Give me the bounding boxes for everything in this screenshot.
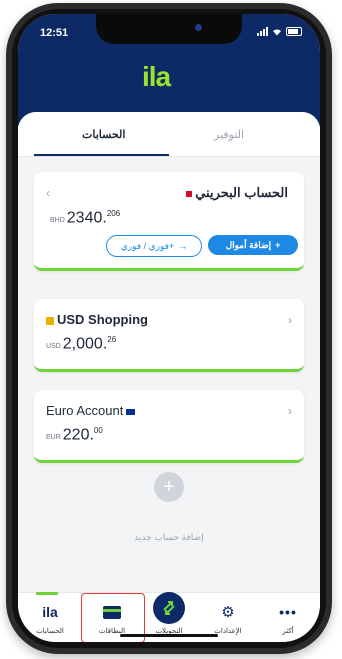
- gear-icon: ⚙: [221, 604, 235, 621]
- home-indicator: [120, 634, 218, 637]
- plus-icon: +: [163, 475, 175, 498]
- plus-icon: +: [275, 240, 281, 250]
- account-card-eur[interactable]: › Euro Account EUR 220.00: [34, 390, 304, 463]
- arrow-right-icon: →: [178, 241, 188, 251]
- account-balance: BHD 2340.206: [50, 209, 121, 227]
- nav-active-indicator: [36, 592, 58, 595]
- wifi-icon: [273, 28, 281, 35]
- status-time: 12:51: [40, 27, 69, 39]
- eu-flag-icon: [126, 408, 136, 415]
- card-icon: [82, 603, 142, 621]
- battery-icon: [286, 27, 302, 36]
- accounts-sheet: الحسابات التوفير ‹ الحساب البحريني BHD 23…: [18, 112, 320, 642]
- ila-logo-icon: ila: [42, 604, 58, 620]
- transfer-arrows-icon: [153, 592, 185, 624]
- shopping-bag-icon: [46, 316, 54, 325]
- tab-accounts[interactable]: الحسابات: [82, 128, 125, 141]
- add-account-label: إضافة حساب جديد: [134, 532, 204, 542]
- nav-accounts[interactable]: ila الحسابات: [20, 592, 80, 642]
- nav-more[interactable]: ••• أكثر: [258, 593, 318, 642]
- account-title: USD Shopping: [46, 312, 148, 327]
- add-money-button[interactable]: إضافة أموال +: [208, 235, 298, 255]
- app-header: 12:51 ila: [18, 14, 320, 126]
- fawri-transfer-button[interactable]: فوري / فوري+ →: [106, 235, 202, 257]
- chevron-left-icon: ‹: [46, 186, 50, 200]
- tab-bar: الحسابات التوفير: [18, 112, 320, 157]
- tab-savings[interactable]: التوفير: [214, 128, 244, 141]
- account-balance: USD 2,000.26: [46, 335, 117, 353]
- account-title: الحساب البحريني: [180, 185, 288, 201]
- add-account-button[interactable]: +: [154, 472, 184, 502]
- account-card-bhd[interactable]: ‹ الحساب البحريني BHD 2340.206 فوري / فور…: [34, 172, 304, 271]
- account-card-usd[interactable]: › USD Shopping USD 2,000.26: [34, 299, 304, 372]
- more-dots-icon: •••: [279, 604, 297, 620]
- app-screen: 12:51 ila الحسابات التوفير ‹ الحساب البح…: [18, 14, 320, 642]
- bahrain-flag-icon: [183, 190, 193, 197]
- camera-dot: [195, 24, 202, 31]
- account-title: Euro Account: [46, 403, 138, 418]
- chevron-right-icon: ›: [288, 404, 292, 418]
- brand-logo: ila: [142, 61, 171, 92]
- tab-active-indicator: [34, 154, 169, 156]
- status-icons: [257, 27, 302, 36]
- account-balance: EUR 220.00: [46, 426, 103, 444]
- chevron-right-icon: ›: [288, 313, 292, 327]
- phone-frame: 12:51 ila الحسابات التوفير ‹ الحساب البح…: [6, 3, 332, 654]
- notch: [96, 14, 242, 44]
- signal-icon: [257, 27, 268, 36]
